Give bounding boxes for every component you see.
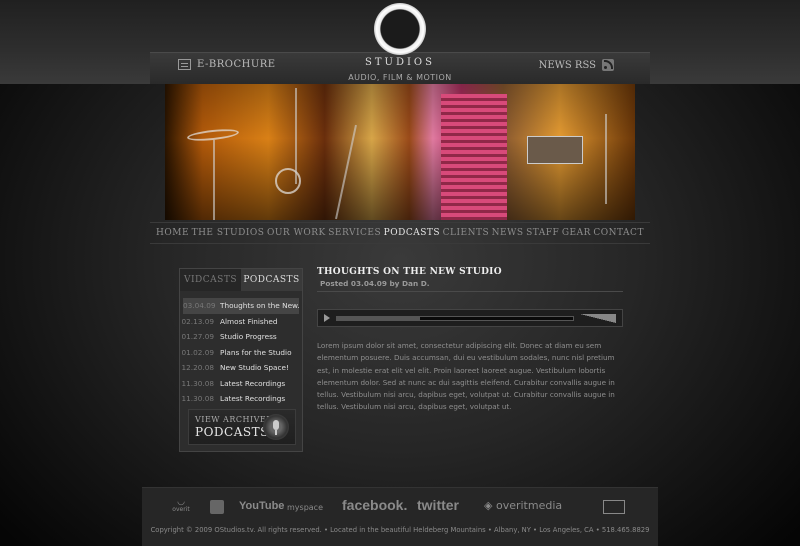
podcast-date: 01.02.09 — [181, 347, 215, 357]
main-nav: HOME THE STUDIOS OUR WORK SERVICES PODCA… — [150, 222, 650, 244]
nav-our-work[interactable]: OUR WORK — [267, 228, 326, 238]
tab-podcasts[interactable]: PODCASTS — [241, 269, 302, 291]
nav-the-studios[interactable]: THE STUDIOS — [192, 228, 265, 238]
facebook-link[interactable]: facebook. — [342, 497, 407, 513]
copyright-text: Copyright © 2009 OStudios.tv. All rights… — [150, 526, 650, 534]
rss-icon — [602, 59, 614, 71]
podcast-title: New Studio Space! — [220, 363, 289, 373]
podcast-date: 01.27.09 — [181, 332, 215, 342]
progress-fill — [337, 317, 420, 320]
nav-clients[interactable]: CLIENTS — [443, 228, 490, 238]
email-icon[interactable] — [603, 500, 625, 514]
nav-contact[interactable]: CONTACT — [593, 228, 644, 238]
acoustic-foam-panel — [441, 94, 507, 220]
post-meta: Posted 03.04.09 by Dan D. — [320, 279, 430, 288]
nav-gear[interactable]: GEAR — [562, 228, 591, 238]
microphone-icon — [263, 414, 289, 440]
guitar-neck — [605, 114, 607, 204]
rss-footer-icon[interactable] — [210, 500, 224, 514]
mic-stand — [295, 88, 297, 184]
podcast-title: Latest Recordings — [220, 394, 286, 404]
sidebar-tabs: VIDCASTS PODCASTS — [180, 269, 302, 291]
tab-vidcasts[interactable]: VIDCASTS — [180, 269, 241, 291]
podcast-item[interactable]: 03.04.09 Thoughts on the New... — [183, 298, 299, 314]
podcast-title: Studio Progress — [220, 332, 277, 342]
podcast-item[interactable]: 11.30.08 Latest Recordings — [180, 391, 302, 407]
podcast-item[interactable]: 01.27.09 Studio Progress — [180, 329, 302, 345]
podcast-item[interactable]: 02.13.09 Almost Finished — [180, 314, 302, 330]
nav-home[interactable]: HOME — [156, 228, 189, 238]
podcast-title: Thoughts on the New... — [220, 301, 299, 311]
podcast-title: Plans for the Studio — [220, 347, 292, 357]
overitmedia-label: overitmedia — [495, 499, 563, 512]
brochure-icon — [178, 59, 191, 70]
nav-staff[interactable]: STAFF — [526, 228, 559, 238]
footer: ◡ overit YouTube myspace facebook. twitt… — [142, 487, 658, 546]
podcast-item[interactable]: 12.20.08 New Studio Space! — [180, 360, 302, 376]
audio-player — [317, 309, 623, 327]
cymbal-stand — [213, 140, 215, 220]
hero-banner-image — [165, 84, 635, 220]
overit-mark-icon: ◡ — [177, 497, 185, 507]
play-icon[interactable] — [324, 314, 330, 322]
myspace-link[interactable]: myspace — [287, 503, 323, 512]
podcast-date: 03.04.09 — [183, 301, 216, 311]
nav-news[interactable]: NEWS — [492, 228, 524, 238]
podcast-list: 03.04.09 Thoughts on the New... 02.13.09… — [180, 291, 302, 407]
youtube-link[interactable]: YouTube — [239, 500, 284, 512]
overit-small-logo[interactable]: ◡ overit — [172, 498, 190, 514]
ebrochure-label: E-BROCHURE — [197, 59, 276, 70]
post-body: Lorem ipsum dolor sit amet, consectetur … — [317, 341, 615, 412]
brand-tagline: AUDIO, FILM & MOTION — [348, 73, 452, 82]
news-rss-label: NEWS RSS — [538, 59, 596, 71]
podcast-date: 11.30.08 — [181, 394, 215, 404]
news-rss-link[interactable]: NEWS RSS — [539, 59, 614, 71]
overit-small-label: overit — [172, 506, 190, 513]
nav-services[interactable]: SERVICES — [328, 228, 381, 238]
post-title: THOUGHTS ON THE NEW STUDIO — [317, 267, 502, 277]
progress-track[interactable] — [336, 316, 574, 321]
nav-podcasts[interactable]: PODCASTS — [384, 228, 440, 238]
podcast-item[interactable]: 01.02.09 Plans for the Studio — [180, 345, 302, 361]
view-archived-podcasts-button[interactable]: VIEW ARCHIVED PODCASTS — [188, 409, 296, 445]
mixing-console — [527, 136, 583, 164]
overitmedia-link[interactable]: ◈ overitmedia — [484, 499, 562, 512]
podcast-title: Latest Recordings — [220, 378, 286, 388]
logo-icon[interactable] — [374, 3, 426, 55]
divider — [317, 291, 623, 292]
stand-shape — [335, 124, 357, 220]
podcast-date: 12.20.08 — [181, 363, 215, 373]
twitter-link[interactable]: twitter — [417, 497, 459, 513]
podcast-date: 02.13.09 — [181, 316, 215, 326]
archive-label-line1: VIEW ARCHIVED — [195, 415, 274, 424]
podcast-item[interactable]: 11.30.08 Latest Recordings — [180, 376, 302, 392]
podcast-title: Almost Finished — [220, 316, 278, 326]
volume-icon[interactable] — [580, 314, 616, 323]
drum-shape — [275, 168, 301, 194]
brand-name: STUDIOS — [365, 57, 435, 68]
podcast-date: 11.30.08 — [181, 378, 215, 388]
ebrochure-link[interactable]: E-BROCHURE — [178, 59, 276, 70]
podcast-sidebar: VIDCASTS PODCASTS 03.04.09 Thoughts on t… — [179, 268, 303, 452]
overitmedia-mark-icon: ◈ — [484, 499, 493, 512]
archive-label-line2: PODCASTS — [195, 425, 269, 439]
